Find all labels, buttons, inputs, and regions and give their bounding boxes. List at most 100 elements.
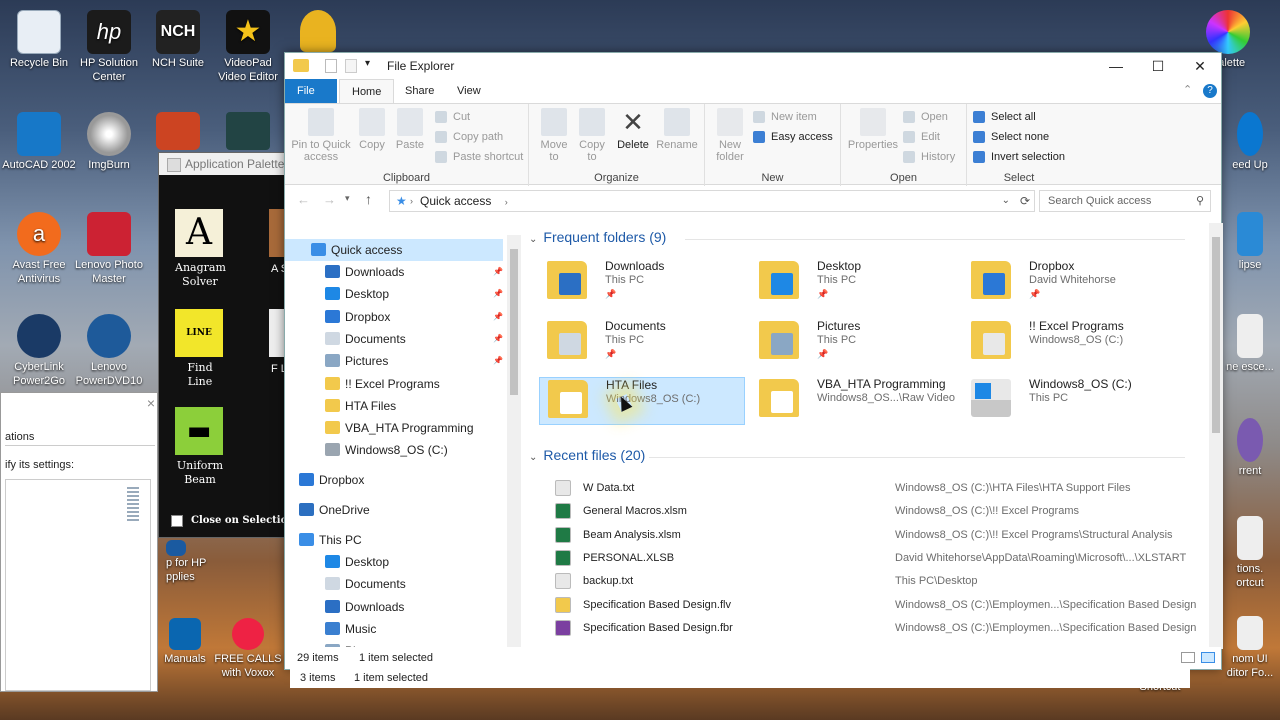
pin-to-quick-access-button[interactable]: Pin to Quick access (289, 108, 353, 163)
refresh-icon[interactable]: ⟳ (1020, 191, 1030, 211)
desktop-icon-nch[interactable]: NCH NCH Suite (141, 10, 215, 70)
close-button[interactable]: ✕ (1177, 53, 1223, 79)
desktop-icon-videopad[interactable]: ★ VideoPad Video Editor (211, 10, 285, 84)
frequent-folders-header[interactable]: ⌄ Frequent folders (9) (529, 229, 666, 245)
recent-file-row[interactable]: W Data.txt Windows8_OS (C:)\HTA Files\HTA… (555, 477, 1205, 499)
nav-item-pictures[interactable]: Pictures 📌 (325, 350, 503, 372)
desktop-icon-speedup[interactable]: eed Up (1222, 112, 1278, 172)
tool-find-line[interactable]: LINE Find Line (175, 309, 225, 389)
back-arrow-icon[interactable]: ← (297, 192, 310, 207)
desktop-icon-imgburn[interactable]: ImgBurn (72, 112, 146, 172)
new-item-button[interactable]: New item (753, 108, 817, 126)
desktop-icon-eclipse[interactable]: lipse (1222, 212, 1278, 272)
nav-item-quick-access[interactable]: Quick access (285, 239, 503, 261)
desktop-icon-avast[interactable]: a Avast Free Antivirus (2, 212, 76, 286)
nav-item-music[interactable]: Music (325, 618, 503, 640)
select-all-button[interactable]: Select all (973, 108, 1036, 126)
nav-item-downloads[interactable]: Downloads 📌 (325, 261, 503, 283)
large-icons-view-icon[interactable] (1201, 652, 1215, 663)
frequent-folder-tile[interactable]: Dropbox David Whitehorse 📌 (963, 259, 1169, 307)
select-none-button[interactable]: Select none (973, 128, 1049, 146)
tab-file[interactable]: File (285, 79, 337, 103)
frequent-folder-tile[interactable]: Downloads This PC 📌 (539, 259, 745, 307)
address-bar[interactable]: ★ › Quick access › ⌄ ⟳ (389, 190, 1035, 212)
desktop-icon-powerdvd[interactable]: Lenovo PowerDVD10 (72, 314, 146, 388)
content-scrollbar[interactable] (1209, 223, 1223, 649)
frequent-folder-tile[interactable]: Pictures This PC 📌 (751, 319, 957, 367)
title-bar[interactable]: ▾ File Explorer — ☐ ✕ (285, 53, 1221, 79)
properties-button[interactable]: Properties (847, 108, 899, 151)
desktop-icon-manuals[interactable]: Manuals (150, 618, 220, 666)
background-window-slider[interactable] (127, 487, 139, 523)
frequent-folder-tile[interactable]: Desktop This PC 📌 (751, 259, 957, 307)
cut-button[interactable]: Cut (435, 108, 470, 126)
desktop-icon-voxox[interactable]: FREE CALLS with Voxox (212, 618, 284, 680)
paste-button[interactable]: Paste (393, 108, 427, 151)
minimize-button[interactable]: — (1093, 53, 1139, 79)
new-folder-button[interactable]: New folder (711, 108, 749, 163)
nav-item-hta-files[interactable]: HTA Files (325, 395, 503, 417)
easy-access-button[interactable]: Easy access (753, 128, 833, 146)
close-on-selection-checkbox[interactable] (171, 515, 183, 527)
invert-selection-button[interactable]: Invert selection (973, 148, 1065, 166)
nav-item-windows8-os-c[interactable]: Windows8_OS (C:) (325, 439, 503, 461)
help-icon[interactable]: ? (1203, 84, 1217, 98)
frequent-folder-tile[interactable]: VBA_HTA Programming Windows8_OS...\Raw Vi… (751, 377, 957, 425)
move-to-button[interactable]: Move to (537, 108, 571, 163)
copy-to-button[interactable]: Copy to (575, 108, 609, 163)
history-button[interactable]: History (903, 148, 955, 166)
nav-item-documents[interactable]: Documents (325, 573, 503, 595)
open-button[interactable]: Open (903, 108, 948, 126)
tab-home[interactable]: Home (339, 79, 395, 103)
nav-item-vba-hta-programming[interactable]: VBA_HTA Programming (325, 417, 503, 439)
frequent-folder-tile[interactable]: Windows8_OS (C:) This PC (963, 377, 1169, 425)
search-input[interactable]: Search Quick access ⚲ (1039, 190, 1211, 212)
qat-properties-icon[interactable] (325, 59, 337, 73)
address-path[interactable]: Quick access (420, 194, 491, 208)
desktop-icon-lenovo-photo[interactable]: Lenovo Photo Master (72, 212, 146, 286)
desktop-icon-torrent[interactable]: rrent (1222, 418, 1278, 478)
address-dropdown-icon[interactable]: ⌄ (1002, 191, 1010, 211)
recent-file-row[interactable]: Specification Based Design.fbr Windows8_O… (555, 617, 1205, 639)
qat-newfolder-icon[interactable] (345, 59, 357, 73)
tool-anagram-solver[interactable]: A Anagram Solver (175, 209, 226, 289)
nav-scrollbar[interactable] (507, 235, 521, 649)
recent-locations-icon[interactable]: ▾ (345, 193, 350, 204)
recent-file-row[interactable]: Beam Analysis.xlsm Windows8_OS (C:)\!! Ex… (555, 524, 1205, 546)
up-arrow-icon[interactable]: ↑ (365, 191, 372, 207)
desktop-icon-file1[interactable]: ne esce... (1222, 314, 1278, 374)
delete-button[interactable]: ✕ Delete (615, 108, 651, 151)
background-window-tab[interactable]: ations (5, 431, 155, 446)
maximize-button[interactable]: ☐ (1135, 53, 1181, 79)
nav-item-downloads[interactable]: Downloads (325, 596, 503, 618)
frequent-folder-tile[interactable]: !! Excel Programs Windows8_OS (C:) (963, 319, 1169, 367)
copy-button[interactable]: Copy (355, 108, 389, 151)
nav-item-this-pc[interactable]: This PC (299, 529, 503, 551)
desktop-icon-hp[interactable]: hp HP Solution Center (72, 10, 146, 84)
nav-item-onedrive[interactable]: OneDrive (299, 499, 503, 521)
recent-file-row[interactable]: backup.txt This PC\Desktop (555, 570, 1205, 592)
recent-files-header[interactable]: ⌄ Recent files (20) (529, 447, 645, 463)
qat-dropdown-icon[interactable]: ▾ (365, 58, 370, 69)
desktop-icon-cyberlink[interactable]: CyberLink Power2Go (2, 314, 76, 388)
desktop-icon-autocad[interactable]: AutoCAD 2002 (2, 112, 76, 172)
nav-item-documents[interactable]: Documents 📌 (325, 328, 503, 350)
nav-item-desktop[interactable]: Desktop (325, 551, 503, 573)
recent-file-row[interactable]: Specification Based Design.flv Windows8_O… (555, 594, 1205, 616)
background-window-close[interactable]: × (147, 395, 155, 411)
forward-arrow-icon[interactable]: → (323, 192, 336, 207)
desktop-icon-hp-supplies[interactable]: p for HP pplies (166, 540, 216, 584)
paste-shortcut-button[interactable]: Paste shortcut (435, 148, 523, 166)
nav-item-excel-programs[interactable]: !! Excel Programs (325, 373, 503, 395)
nav-item-dropbox[interactable]: Dropbox (299, 469, 503, 491)
nav-item-desktop[interactable]: Desktop 📌 (325, 283, 503, 305)
tab-share[interactable]: Share (393, 79, 446, 103)
details-view-icon[interactable] (1181, 652, 1195, 663)
frequent-folder-tile[interactable]: HTA Files Windows8_OS (C:) (539, 377, 745, 425)
copy-path-button[interactable]: Copy path (435, 128, 503, 146)
desktop-icon-shortcut2[interactable]: nom UI ditor Fo... (1222, 616, 1278, 680)
desktop-icon-shortcut1[interactable]: tions. ortcut (1222, 516, 1278, 590)
tool-uniform-beam[interactable]: ▬ Uniform Beam (175, 407, 225, 487)
recent-file-row[interactable]: PERSONAL.XLSB David Whitehorse\AppData\Ro… (555, 547, 1205, 569)
collapse-ribbon-icon[interactable]: ⌃ (1183, 83, 1192, 96)
